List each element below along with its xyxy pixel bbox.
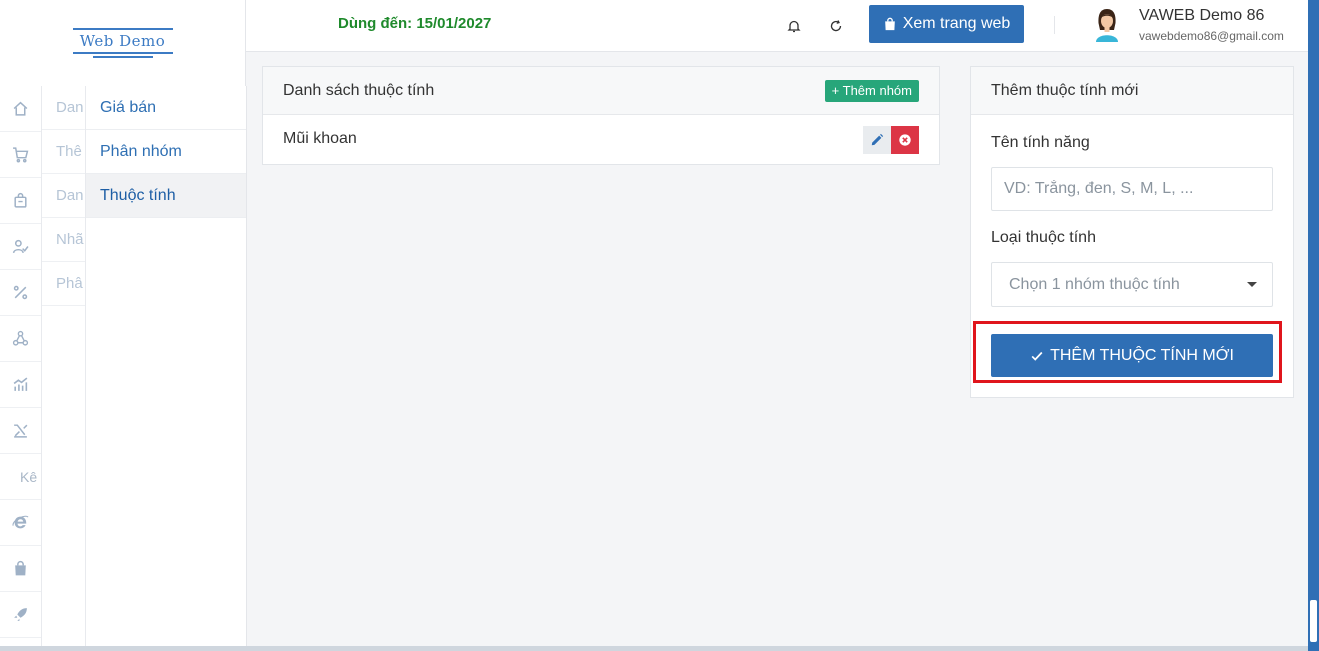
panel-header: Danh sách thuộc tính + Thêm nhóm [263, 67, 939, 115]
bag-icon[interactable] [0, 178, 41, 224]
row-actions [863, 126, 919, 154]
list-item: Mũi khoan [263, 115, 939, 164]
submit-label: THÊM THUỘC TÍNH MỚI [1050, 346, 1234, 364]
ghost-label[interactable]: Nhã [42, 218, 85, 262]
icon-rail: Kê [0, 86, 42, 651]
logo-text: Web Demo [79, 32, 166, 50]
attribute-name: Mũi khoan [283, 130, 357, 147]
user-name[interactable]: VAWEB Demo 86 [1139, 7, 1264, 25]
logo-line [92, 56, 153, 58]
home-icon[interactable] [0, 86, 41, 132]
check-icon [1031, 351, 1043, 361]
percent-icon[interactable] [0, 270, 41, 316]
add-group-button[interactable]: + Thêm nhóm [824, 80, 919, 102]
avatar[interactable] [1092, 5, 1122, 43]
logo-line [72, 28, 173, 30]
ghost-label[interactable]: Dan [42, 174, 85, 218]
submenu-item-thuoc-tinh[interactable]: Thuộc tính [86, 174, 246, 218]
logo-line [72, 52, 173, 54]
add-attribute-button[interactable]: THÊM THUỘC TÍNH MỚI [991, 334, 1273, 377]
attribute-list-panel: Danh sách thuộc tính + Thêm nhóm Mũi kho… [262, 66, 940, 165]
user-check-icon[interactable] [0, 224, 41, 270]
add-attribute-panel: Thêm thuộc tính mới Tên tính năng Loại t… [970, 66, 1294, 398]
delete-button[interactable] [891, 126, 919, 154]
cart-icon[interactable] [0, 132, 41, 178]
close-circle-icon [899, 134, 911, 146]
panel-title: Danh sách thuộc tính [283, 82, 435, 99]
shopping-bag-icon [884, 17, 895, 31]
panel-title: Thêm thuộc tính mới [991, 82, 1139, 99]
collapsed-menu-labels: Dan Thê Dan Nhã Phâ [42, 86, 86, 651]
type-label: Loại thuộc tính [991, 229, 1096, 246]
chart-icon[interactable] [0, 362, 41, 408]
logo[interactable]: Web Demo [72, 26, 173, 60]
divider [1054, 16, 1055, 34]
rocket-icon[interactable] [0, 592, 41, 638]
ghost-label[interactable]: Thê [42, 130, 85, 174]
tools-icon[interactable] [0, 408, 41, 454]
ghost-label[interactable]: Dan [42, 86, 85, 130]
submenu-item-gia-ban[interactable]: Giá bán [86, 86, 246, 130]
horizontal-scrollbar[interactable] [0, 646, 1308, 651]
attribute-name-input[interactable] [991, 167, 1273, 211]
scrollbar-thumb[interactable] [1310, 600, 1317, 642]
logo-area[interactable]: Web Demo [0, 0, 246, 86]
select-value: Chọn 1 nhóm thuộc tính [1009, 276, 1180, 293]
top-bar: Dùng đến: 15/01/2027 Xem trang web VAWEB… [246, 0, 1308, 52]
view-site-button[interactable]: Xem trang web [869, 5, 1024, 43]
name-label: Tên tính năng [991, 134, 1090, 151]
edit-button[interactable] [863, 126, 891, 154]
submenu-item-phan-nhom[interactable]: Phân nhóm [86, 130, 246, 174]
vertical-scrollbar[interactable] [1308, 0, 1319, 651]
ghost-label[interactable]: Phâ [42, 262, 85, 306]
attribute-type-select[interactable]: Chọn 1 nhóm thuộc tính [991, 262, 1273, 307]
shopping-bag-icon[interactable] [0, 546, 41, 592]
rail-text-ke[interactable]: Kê [0, 454, 41, 500]
submenu: Giá bán Phân nhóm Thuộc tính [86, 86, 247, 651]
network-icon[interactable] [0, 316, 41, 362]
user-email: vawebdemo86@gmail.com [1139, 29, 1284, 43]
caret-down-icon [1247, 282, 1257, 287]
pencil-icon [871, 133, 884, 146]
panel-header: Thêm thuộc tính mới [971, 67, 1293, 115]
bell-icon[interactable] [786, 18, 802, 34]
expiry-text: Dùng đến: 15/01/2027 [338, 15, 492, 32]
ie-icon[interactable] [0, 500, 41, 546]
refresh-icon[interactable] [828, 18, 844, 34]
view-site-label: Xem trang web [902, 15, 1011, 32]
